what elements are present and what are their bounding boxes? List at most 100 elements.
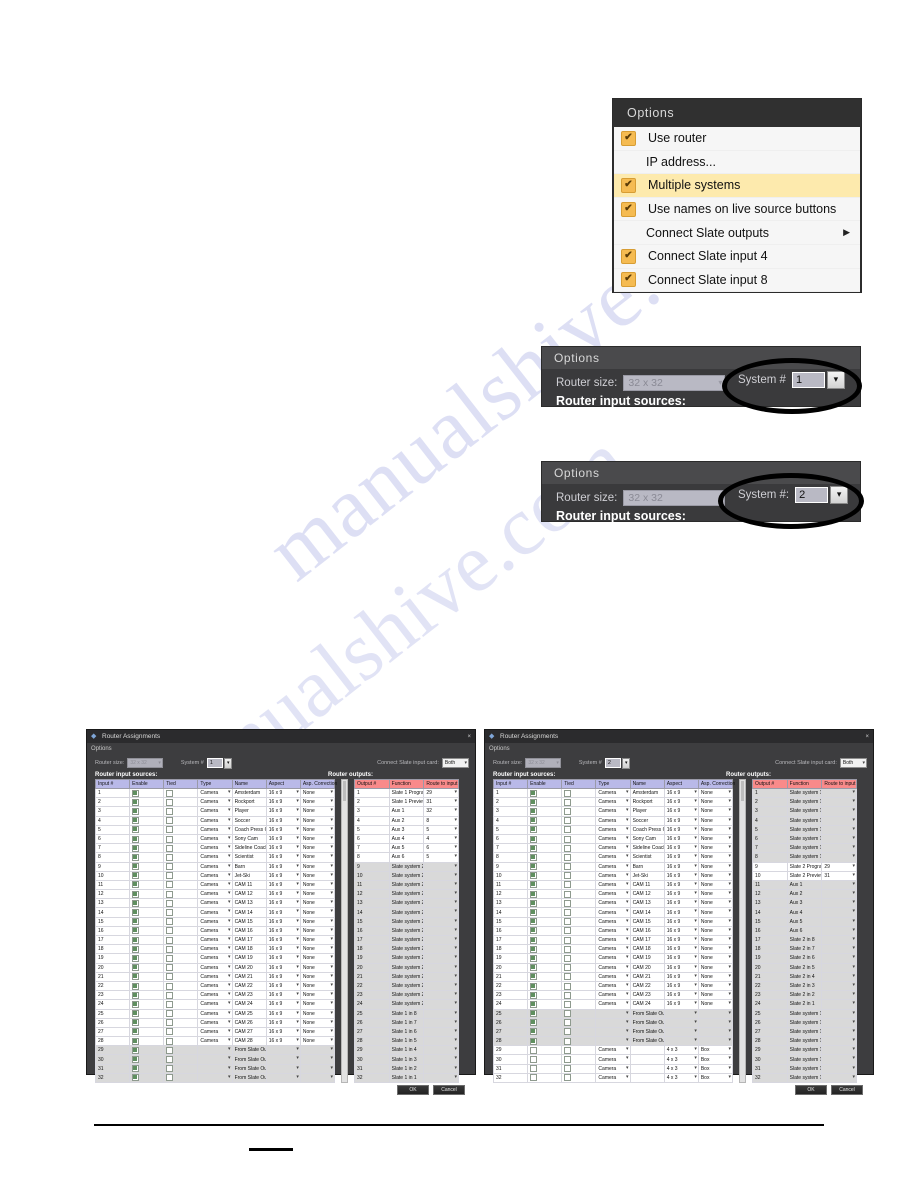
enable-checkbox[interactable] (530, 1074, 538, 1082)
name-cell[interactable]: Amsterdam (231, 787, 267, 799)
aspect-correction-select-cell[interactable]: None (697, 953, 734, 964)
aspect-select-cell[interactable]: 16 x 9 (265, 990, 301, 1001)
name-cell[interactable]: CAM 11 (231, 879, 267, 891)
enable-checkbox-cell[interactable] (129, 990, 165, 1001)
name-cell[interactable]: Barn (629, 861, 665, 872)
tied-checkbox[interactable] (166, 899, 174, 907)
table-row[interactable]: 1 Slate system 1 (752, 787, 857, 799)
tied-checkbox[interactable] (166, 1074, 174, 1082)
aspect-select-cell[interactable]: 16 x 9 (663, 824, 699, 835)
aspect-correction-select-cell[interactable]: None (299, 1026, 336, 1038)
aspect-select-cell[interactable] (265, 1063, 301, 1074)
aspect-correction-select-cell[interactable]: None (299, 916, 336, 927)
aspect-select-cell[interactable]: 16 x 9 (265, 944, 301, 955)
type-select-cell[interactable]: Camera (197, 833, 233, 845)
tied-checkbox[interactable] (564, 954, 572, 962)
route-to-input-select-cell[interactable] (423, 944, 459, 955)
tied-checkbox[interactable] (166, 1046, 174, 1054)
type-select-cell[interactable]: Camera (595, 824, 631, 835)
name-cell[interactable]: From Slate Out A (Program) (231, 1072, 267, 1084)
name-cell[interactable]: CAM 23 (629, 990, 665, 1001)
enable-checkbox-cell[interactable] (527, 953, 563, 964)
enable-checkbox[interactable] (530, 826, 538, 834)
tied-checkbox-cell[interactable] (561, 944, 597, 955)
aspect-correction-select-cell[interactable]: None (299, 980, 336, 992)
tied-checkbox-cell[interactable] (163, 907, 199, 918)
table-row[interactable]: 28 Slate 1 in 5 (354, 1036, 459, 1047)
name-cell[interactable]: CAM 13 (231, 898, 267, 909)
type-select-cell[interactable]: Camera (595, 944, 631, 955)
type-select-cell[interactable]: Camera (595, 1063, 631, 1074)
enable-checkbox-cell[interactable] (129, 1072, 165, 1084)
route-to-input-select-cell[interactable] (423, 999, 459, 1010)
type-select-cell[interactable]: Camera (197, 852, 233, 863)
enable-checkbox[interactable] (132, 1019, 140, 1027)
route-to-input-select-cell[interactable] (821, 879, 857, 891)
table-row[interactable]: 22 CameraCAM 2216 x 9None (492, 980, 734, 992)
table-row[interactable]: 18 Slate system 2 (354, 944, 459, 955)
name-cell[interactable]: Jet-Ski (231, 870, 267, 881)
type-select-cell[interactable]: Camera (595, 861, 631, 872)
tied-checkbox[interactable] (564, 1046, 572, 1054)
type-select-cell[interactable]: Camera (197, 1036, 233, 1047)
enable-checkbox-cell[interactable] (129, 1054, 165, 1065)
tied-checkbox[interactable] (166, 872, 174, 880)
tied-checkbox[interactable] (166, 817, 174, 825)
name-cell[interactable]: Scientist (629, 852, 665, 863)
enable-checkbox-cell[interactable] (129, 852, 165, 863)
type-select-cell[interactable]: Camera (595, 806, 631, 817)
route-to-input-select-cell[interactable] (423, 889, 459, 900)
name-cell[interactable]: CAM 17 (231, 934, 267, 946)
table-row[interactable]: 8 CameraScientist16 x 9None (94, 852, 336, 863)
system-number-dropdown-icon[interactable]: ▾ (224, 757, 233, 769)
table-row[interactable]: 15 CameraCAM 1516 x 9None (94, 916, 336, 927)
enable-checkbox[interactable] (530, 1019, 538, 1027)
table-row[interactable]: 17 CameraCAM 1716 x 9None (94, 934, 336, 946)
table-row[interactable]: 16 Aux 6 (752, 925, 857, 937)
tied-checkbox[interactable] (564, 853, 572, 861)
tied-checkbox-cell[interactable] (561, 907, 597, 918)
menu-options[interactable]: Options (489, 746, 510, 752)
route-to-input-select-cell[interactable] (821, 907, 857, 918)
enable-checkbox[interactable] (132, 1028, 140, 1036)
enable-checkbox-cell[interactable] (129, 1063, 165, 1074)
aspect-select-cell[interactable]: 16 x 9 (265, 1036, 301, 1047)
table-row[interactable]: 32 Camera 4 x 3Box (492, 1072, 734, 1084)
name-cell[interactable]: CAM 20 (629, 962, 665, 973)
table-row[interactable]: 31 Slate 1 in 2 (354, 1063, 459, 1074)
tied-checkbox[interactable] (166, 826, 174, 834)
enable-checkbox[interactable] (132, 789, 140, 797)
tied-checkbox[interactable] (166, 1028, 174, 1036)
type-select-cell[interactable]: Camera (595, 852, 631, 863)
aspect-select-cell[interactable]: 16 x 9 (663, 944, 699, 955)
tied-checkbox-cell[interactable] (561, 833, 597, 845)
route-to-input-select-cell[interactable] (423, 1063, 459, 1074)
table-row[interactable]: 15 Aux 5 (752, 916, 857, 927)
aspect-correction-select-cell[interactable]: None (697, 879, 734, 891)
tied-checkbox[interactable] (564, 973, 572, 981)
enable-checkbox-cell[interactable] (527, 787, 563, 799)
aspect-correction-select-cell[interactable]: None (697, 971, 734, 982)
tied-checkbox[interactable] (166, 982, 174, 990)
route-to-input-select-cell[interactable] (423, 962, 459, 973)
enable-checkbox-cell[interactable] (527, 1045, 563, 1056)
aspect-select-cell[interactable]: 16 x 9 (265, 870, 301, 881)
name-cell[interactable]: CAM 22 (629, 980, 665, 992)
tied-checkbox[interactable] (564, 863, 572, 871)
cancel-button[interactable]: Cancel (433, 1085, 465, 1095)
tied-checkbox-cell[interactable] (561, 852, 597, 863)
aspect-correction-select-cell[interactable]: None (697, 806, 734, 817)
inputs-scrollbar[interactable] (341, 779, 348, 1083)
table-row[interactable]: 24 Slate system 2 (354, 999, 459, 1010)
enable-checkbox[interactable] (530, 909, 538, 917)
type-select-cell[interactable] (595, 1017, 631, 1028)
route-to-input-select-cell[interactable]: 4 (423, 833, 459, 845)
enable-checkbox-cell[interactable] (129, 861, 165, 872)
tied-checkbox[interactable] (564, 872, 572, 880)
enable-checkbox[interactable] (530, 954, 538, 962)
table-row[interactable]: 10 Slate system 2 (354, 870, 459, 881)
system-number-input[interactable]: 1 (791, 372, 825, 388)
route-to-input-select-cell[interactable] (821, 971, 857, 982)
table-row[interactable]: 7 Slate system 1 (752, 843, 857, 854)
tied-checkbox[interactable] (166, 890, 174, 898)
